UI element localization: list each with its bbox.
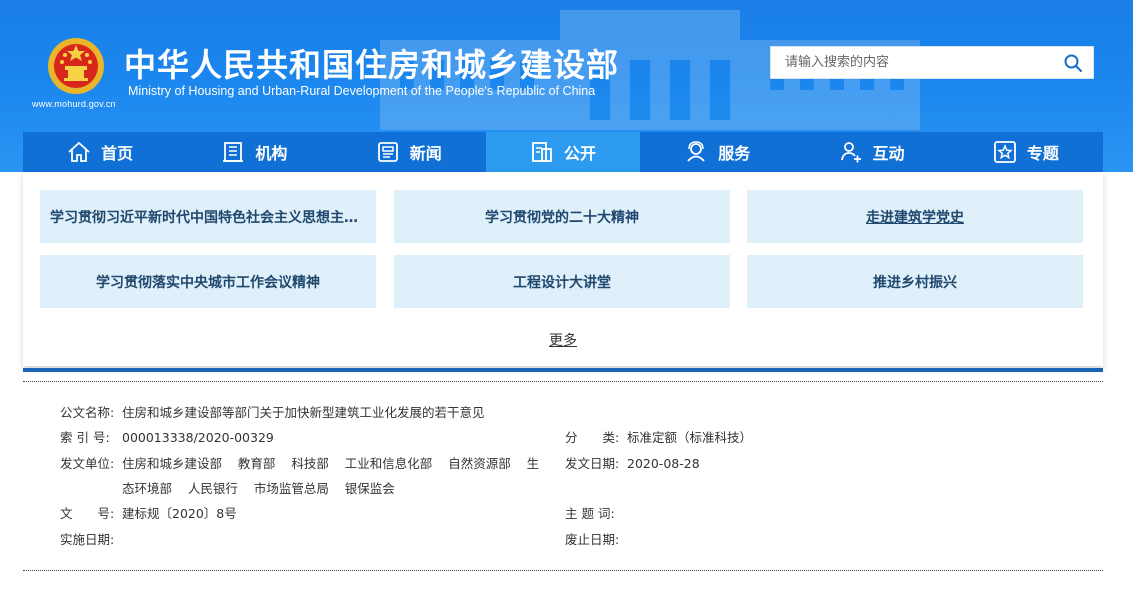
nav-label: 专题 [1026, 144, 1059, 163]
building-icon [223, 142, 244, 162]
nav-item-service[interactable]: 服务 [640, 132, 794, 172]
docno-label: 文 号: [60, 506, 115, 521]
effective-date-label: 实施日期: [60, 532, 115, 547]
date-value: 2020-08-28 [627, 456, 700, 471]
nav-label: 互动 [872, 144, 905, 163]
issuer-item: 工业和信息化部 [344, 456, 433, 471]
nav-item-interaction[interactable]: 互动 [794, 132, 948, 172]
index-label: 索 引 号: [60, 430, 110, 445]
public-dropdown-panel: 学习贯彻习近平新时代中国特色社会主义思想主题教育 学习贯彻党的二十大精神 走进建… [23, 172, 1103, 366]
issuer-item: 住房和城乡建设部 [122, 456, 223, 471]
nav-label: 机构 [255, 144, 288, 163]
category-value: 标准定额（标准科技） [627, 430, 753, 445]
nav-item-home[interactable]: 首页 [23, 132, 177, 172]
national-emblem-logo [48, 38, 104, 94]
tile-label: 学习贯彻党的二十大精神 [485, 209, 639, 226]
document-icon [532, 142, 552, 162]
tile-label: 推进乡村振兴 [873, 274, 957, 291]
service-icon [687, 141, 705, 162]
divider-dotted-top [23, 381, 1103, 382]
interaction-icon [840, 142, 861, 163]
doc-name-label: 公文名称: [60, 405, 115, 420]
nav-label: 服务 [718, 144, 751, 163]
issuer-item: 人民银行 [187, 481, 238, 496]
site-title: 中华人民共和国住房和城乡建设部 [124, 46, 620, 84]
topic-tile-xi-thought[interactable]: 学习贯彻习近平新时代中国特色社会主义思想主题教育 [40, 190, 376, 243]
main-nav: 首页 机构 新闻 公开 服务 互动 专题 [23, 132, 1103, 172]
nav-label: 公开 [563, 144, 596, 163]
divider-blue [23, 368, 1103, 372]
issuer-label: 发文单位: [60, 456, 115, 471]
keywords-label: 主 题 词: [565, 506, 615, 521]
nav-item-org[interactable]: 机构 [177, 132, 331, 172]
topic-tile-20th-congress[interactable]: 学习贯彻党的二十大精神 [394, 190, 730, 243]
nav-item-topics[interactable]: 专题 [949, 132, 1103, 172]
topic-tile-urban-work[interactable]: 学习贯彻落实中央城市工作会议精神 [40, 255, 376, 308]
docno-value: 建标规〔2020〕8号 [122, 506, 237, 521]
topic-tile-rural-revitalization[interactable]: 推进乡村振兴 [747, 255, 1083, 308]
issuer-item: 市场监管总局 [253, 481, 329, 496]
tile-label: 工程设计大讲堂 [513, 274, 611, 291]
divider-dotted-bottom [23, 570, 1103, 571]
topic-tile-party-history[interactable]: 走进建筑学党史 [747, 190, 1083, 243]
issuer-item: 教育部 [237, 456, 276, 471]
search-input[interactable] [771, 47, 1051, 78]
tile-label: 学习贯彻落实中央城市工作会议精神 [96, 274, 320, 291]
expiry-date-label: 废止日期: [565, 532, 620, 547]
site-subtitle: Ministry of Housing and Urban-Rural Deve… [128, 84, 596, 98]
index-value: 000013338/2020-00329 [122, 430, 274, 445]
date-label: 发文日期: [565, 456, 620, 471]
home-icon [68, 141, 90, 162]
topic-tile-design-lecture[interactable]: 工程设计大讲堂 [394, 255, 730, 308]
tile-label: 走进建筑学党史 [866, 209, 964, 226]
issuer-item: 银保监会 [344, 481, 395, 496]
nav-item-public[interactable]: 公开 [485, 132, 641, 172]
search-icon[interactable] [1063, 53, 1083, 73]
issuer-list-line2: 态环境部 人民银行 市场监管总局 银保监会 [122, 476, 395, 501]
more-link[interactable]: 更多 [23, 330, 1103, 350]
doc-name-value: 住房和城乡建设部等部门关于加快新型建筑工业化发展的若干意见 [122, 405, 485, 420]
tile-label: 学习贯彻习近平新时代中国特色社会主义思想主题教育 [50, 209, 366, 226]
search-box [770, 46, 1094, 79]
site-url: www.mohurd.gov.cn [32, 99, 116, 109]
nav-item-news[interactable]: 新闻 [332, 132, 486, 172]
category-label: 分 类: [565, 430, 620, 445]
nav-label: 首页 [101, 144, 134, 163]
nav-label: 新闻 [409, 144, 442, 163]
issuer-item: 态环境部 [122, 481, 173, 496]
issuer-item: 科技部 [291, 456, 329, 471]
star-icon [993, 141, 1016, 163]
issuer-item: 自然资源部 [448, 456, 511, 471]
issuer-item: 生 [526, 456, 540, 471]
issuer-list-line1: 住房和城乡建设部 教育部 科技部 工业和信息化部 自然资源部 生 [122, 451, 539, 476]
news-icon [377, 142, 398, 162]
